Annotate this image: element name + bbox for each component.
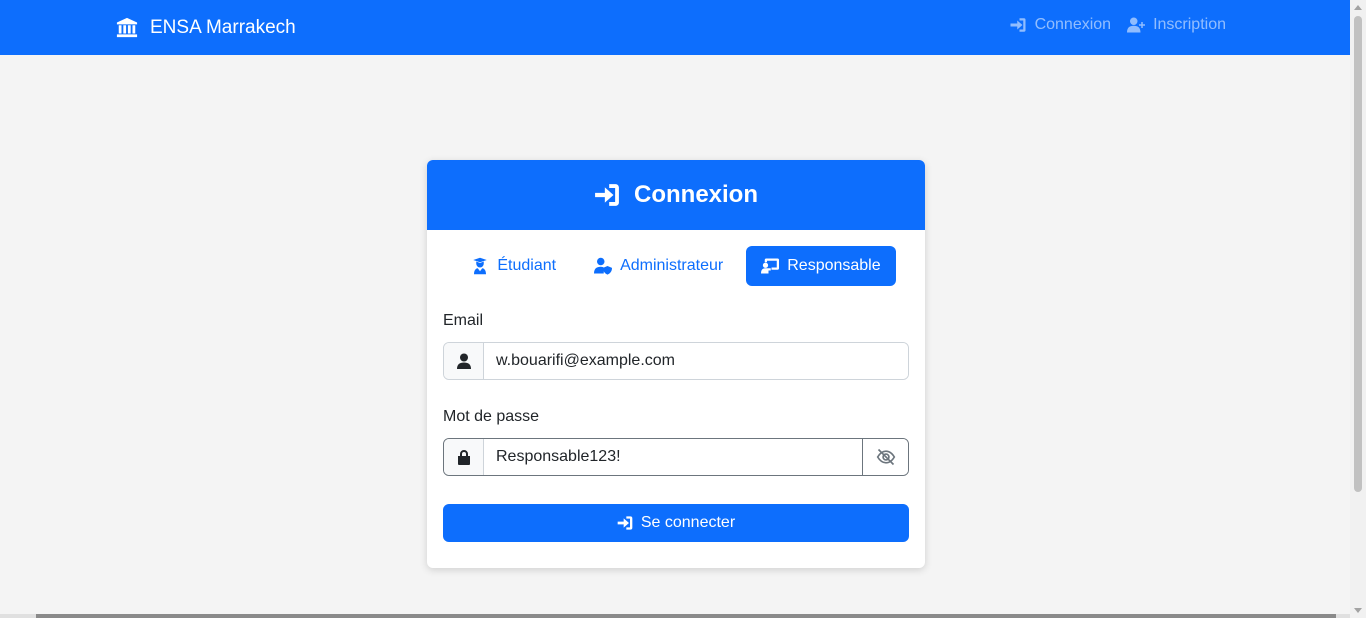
scroll-up-arrow[interactable] <box>1354 5 1362 10</box>
password-group <box>443 438 909 476</box>
email-group <box>443 342 909 380</box>
tab-responsable[interactable]: Responsable <box>746 246 896 286</box>
nav-link-inscription-label: Inscription <box>1153 16 1226 33</box>
submit-label: Se connecter <box>640 514 736 531</box>
login-form: Email Mot de passe <box>443 312 909 542</box>
lock-icon <box>457 450 470 465</box>
user-plus-icon <box>1127 17 1146 33</box>
horizontal-scrollbar[interactable] <box>0 614 1350 618</box>
brand-name: ENSA Marrakech <box>150 17 296 38</box>
submit-button[interactable]: Se connecter <box>443 504 909 542</box>
tab-administrateur[interactable]: Administrateur <box>579 246 738 286</box>
tab-etudiant-label: Étudiant <box>497 257 557 274</box>
login-card: Connexion Étudiant Administrateur Respon… <box>427 160 925 568</box>
email-label: Email <box>443 312 484 329</box>
password-addon <box>444 439 484 475</box>
vertical-scrollbar[interactable] <box>1350 0 1366 618</box>
password-input[interactable] <box>484 439 862 475</box>
card-header: Connexion <box>427 160 925 230</box>
email-input[interactable] <box>484 343 908 379</box>
nav-link-connexion[interactable]: Connexion <box>1009 16 1112 34</box>
vertical-scrollbar-thumb[interactable] <box>1354 16 1362 492</box>
user-icon <box>456 353 471 369</box>
scroll-down-arrow[interactable] <box>1354 608 1362 613</box>
brand[interactable]: ENSA Marrakech <box>116 14 296 42</box>
nav-link-inscription[interactable]: Inscription <box>1127 16 1226 34</box>
sign-in-icon <box>617 516 633 530</box>
chalkboard-teacher-icon <box>761 258 780 274</box>
role-tabs: Étudiant Administrateur Responsable <box>427 246 925 286</box>
tab-responsable-label: Responsable <box>787 257 881 274</box>
sign-in-icon <box>1010 18 1026 32</box>
nav-links: Connexion Inscription <box>1009 16 1226 34</box>
horizontal-scrollbar-thumb[interactable] <box>36 614 1336 618</box>
email-addon <box>444 343 484 379</box>
user-shield-icon <box>594 257 613 275</box>
card-title: Connexion <box>634 181 758 208</box>
tab-etudiant[interactable]: Étudiant <box>456 246 571 286</box>
eye-slash-icon <box>876 448 895 466</box>
toggle-password-button[interactable] <box>862 439 908 475</box>
graduate-icon <box>473 257 488 275</box>
nav-link-connexion-label: Connexion <box>1034 16 1112 33</box>
page: ENSA Marrakech Connexion Inscription Con… <box>0 0 1350 618</box>
tab-administrateur-label: Administrateur <box>620 257 724 274</box>
sign-in-icon <box>595 184 619 206</box>
navbar: ENSA Marrakech Connexion Inscription <box>0 0 1350 55</box>
password-label: Mot de passe <box>443 408 540 425</box>
university-icon <box>116 17 138 38</box>
